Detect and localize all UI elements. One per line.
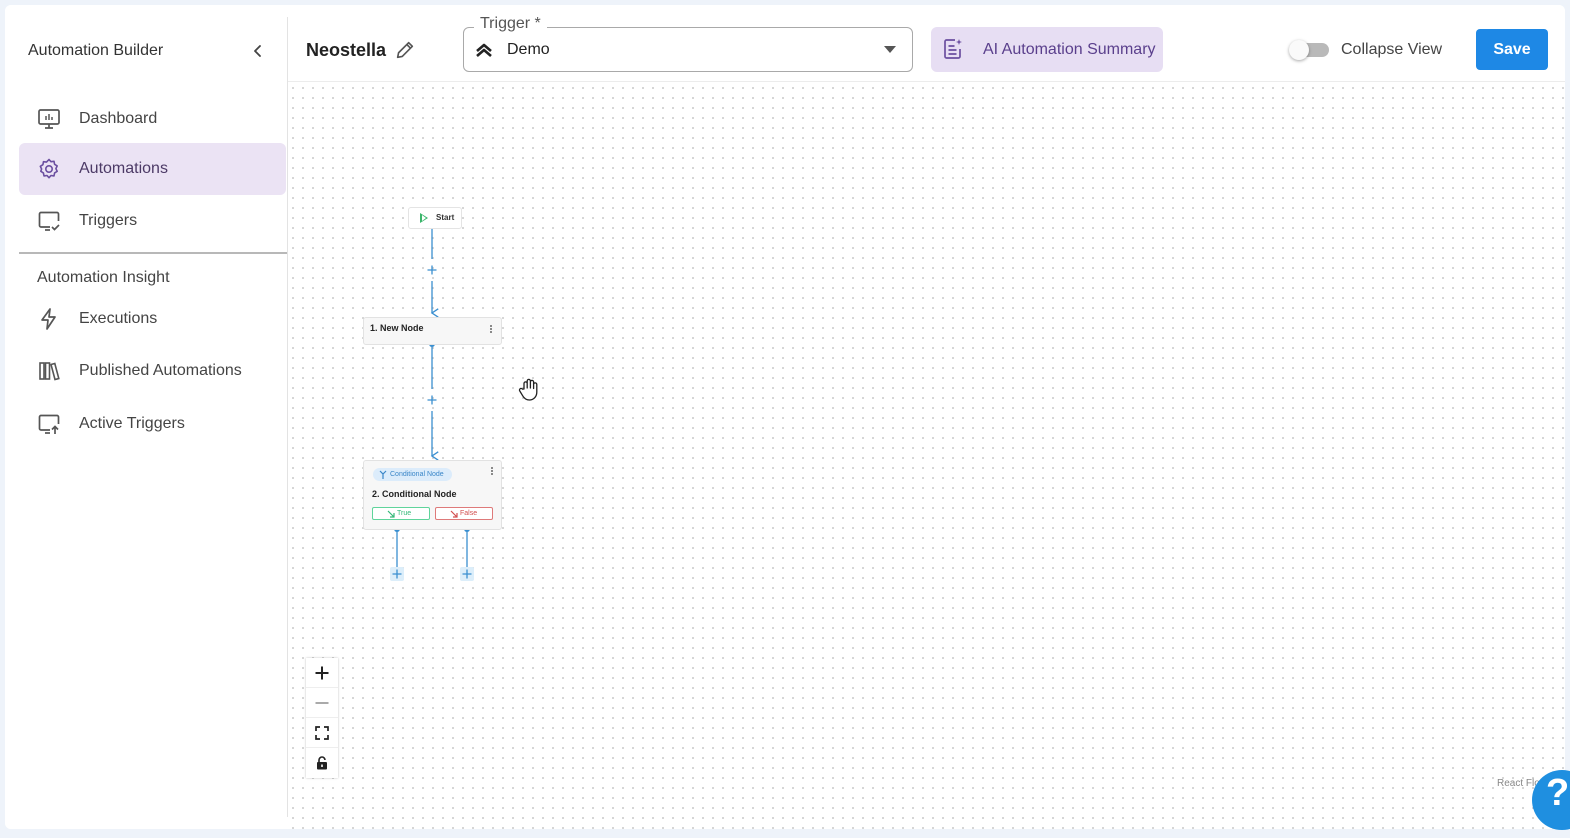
collapse-view-label: Collapse View [1341,41,1443,58]
plus-icon [315,666,329,679]
caret-down-icon [884,46,896,53]
start-node-label: Start [436,213,455,222]
false-label: False [460,510,478,517]
add-false-branch-button[interactable] [460,567,474,581]
collapse-sidebar-button[interactable] [248,41,268,61]
start-node[interactable]: Start [408,207,462,229]
sidebar: Automation Builder Dashboard Automations… [5,5,287,829]
screen-check-icon [38,211,60,231]
save-button[interactable]: Save [1476,29,1548,70]
zoom-in-button[interactable] [306,658,338,688]
sidebar-item-triggers[interactable]: Triggers [19,195,286,247]
double-chevron-up-icon [476,43,492,57]
minus-icon [315,701,329,704]
trigger-label: Trigger * [474,15,547,33]
false-branch-chip[interactable]: False [435,507,493,520]
branch-arrow-icon [387,510,395,518]
header: Neostella Trigger * Demo AI Automation S… [288,5,1565,82]
branch-arrow-icon [450,510,458,518]
library-icon [39,362,60,381]
add-node-button[interactable] [426,264,438,276]
app-window: Automation Builder Dashboard Automations… [5,5,1565,829]
edge-false-branch [464,526,470,567]
true-label: True [397,510,412,517]
monitor-icon [38,109,60,129]
sidebar-item-label: Executions [79,310,158,327]
screen-upload-icon [38,414,60,434]
sidebar-item-executions[interactable]: Executions [19,293,286,345]
collapse-view-toggle[interactable] [1289,40,1331,60]
flow-edges [394,223,470,567]
edge-true-branch [394,526,400,567]
node-menu-button[interactable] [489,466,495,478]
sidebar-item-label: Automations [79,160,168,177]
add-node-button[interactable] [426,394,438,406]
sidebar-item-label: Triggers [79,212,138,229]
sidebar-divider [19,252,287,254]
lock-icon [317,756,327,770]
node-title: 2. Conditional Node [372,489,457,499]
plus-icon [392,569,402,579]
sidebar-item-active-triggers[interactable]: Active Triggers [19,398,286,450]
sidebar-item-label: Published Automations [79,362,242,379]
trigger-select[interactable]: Trigger * Demo [463,15,913,72]
fit-view-icon [315,725,329,740]
sidebar-section-title: Automation Insight [37,269,170,286]
node-type-label: Conditional Node [390,471,444,478]
hand-cursor-icon [518,378,538,401]
chevron-left-icon [254,45,261,57]
trigger-value: Demo [507,41,550,58]
pencil-icon [396,41,414,59]
sidebar-item-published-automations[interactable]: Published Automations [19,345,286,397]
flow-canvas[interactable]: Start 1. New Node Conditional Node 2. Co… [288,83,1565,829]
edit-name-button[interactable] [394,39,416,61]
sidebar-title: Automation Builder [28,42,164,59]
plus-icon [462,569,472,579]
play-icon [420,213,428,223]
true-branch-chip[interactable]: True [372,507,430,520]
lock-button[interactable] [306,748,338,778]
ai-automation-summary-button[interactable]: AI Automation Summary [931,27,1163,72]
sidebar-item-dashboard[interactable]: Dashboard [19,93,286,145]
sidebar-item-label: Dashboard [79,110,158,127]
add-true-branch-button[interactable] [390,567,404,581]
project-name: Neostella [306,40,387,60]
sidebar-item-automations[interactable]: Automations [19,143,286,195]
node-menu-button[interactable] [488,324,494,336]
ai-document-icon [944,39,962,59]
node-type-badge: Conditional Node [373,468,452,481]
branch-icon [379,470,387,479]
zoom-out-button[interactable] [306,688,338,718]
toggle-thumb [1289,40,1309,60]
new-node[interactable]: 1. New Node [363,317,502,345]
question-icon: ? [1546,772,1570,814]
conditional-node[interactable]: Conditional Node 2. Conditional Node Tru… [363,460,502,530]
lightning-icon [41,308,56,330]
sidebar-header: Automation Builder [28,41,268,61]
fit-view-button[interactable] [306,718,338,748]
gear-icon [39,158,58,179]
zoom-controls [306,658,338,778]
ai-summary-label: AI Automation Summary [983,41,1156,58]
sidebar-item-label: Active Triggers [79,415,185,432]
node-title: 1. New Node [370,323,424,333]
